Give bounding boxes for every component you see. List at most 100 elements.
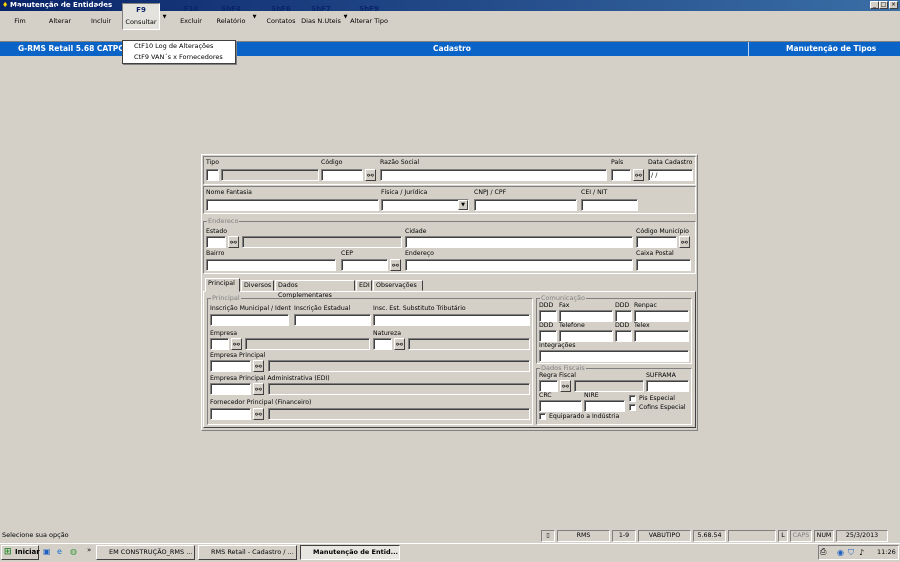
municipio-search-binoculars-icon[interactable]: ⚯ (679, 236, 690, 248)
taskbar-item-rms-cadastro[interactable]: RMS Retail - Cadastro / ... (198, 545, 297, 560)
insc-substituto-input[interactable] (373, 314, 530, 326)
tab-observacoes[interactable]: Observações (373, 280, 423, 291)
cofins-especial-checkbox[interactable] (629, 404, 636, 411)
menu-item-vans-fornecedores[interactable]: CtF9 VAN´s x Fornecedores (123, 52, 235, 63)
status-document-icon: ▯ (541, 530, 555, 542)
endereco-input[interactable] (405, 259, 633, 271)
codigo-search-binoculars-icon[interactable]: ⚯ (365, 169, 376, 181)
tab-principal[interactable]: Principal (205, 278, 240, 292)
tray-shield-icon[interactable]: ⛉ (848, 546, 854, 559)
razao-social-label: Razão Social (380, 159, 420, 166)
status-l: L (778, 530, 788, 542)
menu-item-log-alteracoes[interactable]: CtF10 Log de Alterações (123, 41, 235, 52)
codigo-input[interactable] (321, 169, 363, 181)
inscricao-municipal-input[interactable] (210, 314, 289, 326)
toolbar-alterar-button[interactable]: F2 Alterar (42, 3, 78, 30)
tab-edi[interactable]: EDI (356, 280, 372, 291)
razao-social-input[interactable] (380, 169, 607, 181)
ddd-telefone-input[interactable] (539, 330, 557, 342)
dias-uteis-dropdown-arrow-icon[interactable]: ▼ (342, 14, 349, 20)
ddd-fax-input[interactable] (539, 310, 557, 322)
empresa-search-binoculars-icon[interactable]: ⚯ (231, 338, 242, 350)
tab-dados-complementares[interactable]: Dados Complementares (275, 280, 355, 299)
cep-search-binoculars-icon[interactable]: ⚯ (390, 259, 401, 271)
ddd-renpac-input[interactable] (615, 310, 632, 322)
quicklaunch-ie-icon[interactable]: e (57, 547, 62, 556)
relatorio-dropdown-arrow-icon[interactable]: ▼ (251, 14, 258, 20)
cidade-input[interactable] (405, 236, 633, 248)
nire-input[interactable] (584, 400, 625, 412)
codigo-label: Código (321, 159, 343, 166)
pais-input[interactable] (611, 169, 631, 181)
caixa-postal-input[interactable] (636, 259, 691, 271)
natureza-description-field (408, 338, 530, 350)
toolbar-consultar-button[interactable]: F9 Consultar (122, 3, 160, 30)
regra-fiscal-search-binoculars-icon[interactable]: ⚯ (560, 380, 571, 392)
estado-description-field (242, 236, 402, 248)
quicklaunch-app-icon[interactable]: ◍ (70, 547, 77, 556)
telefone-input[interactable] (559, 330, 613, 342)
empresa-principal-input[interactable] (210, 360, 251, 372)
fax-input[interactable] (559, 310, 613, 322)
cei-nit-input[interactable] (581, 199, 638, 211)
toolbar-relatorio-button[interactable]: ShF4 Relatório (212, 3, 250, 30)
tray-network-icon[interactable]: ◉ (837, 546, 844, 559)
fisica-juridica-chevron-down-icon[interactable]: ▼ (458, 200, 468, 210)
crc-input[interactable] (539, 400, 582, 412)
nome-fantasia-label: Nome Fantasia (206, 189, 252, 196)
consultar-dropdown-arrow-icon[interactable]: ▼ (161, 14, 168, 20)
close-button[interactable]: × (889, 1, 898, 9)
toolbar-alterar-tipo-button[interactable]: ShF9 Alterar Tipo (350, 3, 388, 30)
bairro-input[interactable] (206, 259, 336, 271)
data-cadastro-input[interactable]: / / (648, 169, 693, 181)
cep-input[interactable] (341, 259, 388, 271)
inscricao-estadual-input[interactable] (294, 314, 371, 326)
toolbar-contatos-button[interactable]: ShF6 Contatos (262, 3, 300, 30)
ddd-telex-label: DDD (615, 322, 630, 329)
telex-input[interactable] (634, 330, 689, 342)
integracoes-input[interactable] (539, 350, 689, 362)
nome-fantasia-input[interactable] (206, 199, 379, 211)
maximize-button[interactable]: □ (879, 1, 888, 9)
status-caps: CAPS (790, 530, 812, 542)
tray-clock[interactable]: 11:26 (877, 546, 896, 559)
status-range: 1-9 (612, 530, 636, 542)
regra-fiscal-description-field (574, 380, 644, 392)
start-button[interactable]: ⊞ Iniciar (1, 545, 40, 560)
natureza-search-binoculars-icon[interactable]: ⚯ (394, 338, 405, 350)
tipo-input[interactable] (206, 169, 219, 181)
estado-input[interactable] (206, 236, 226, 248)
regra-fiscal-label: Regra Fiscal (539, 372, 577, 379)
toolbar-incluir-button[interactable]: F6 Incluir (83, 3, 119, 30)
equiparado-industria-checkbox[interactable] (539, 413, 546, 420)
ddd-telex-input[interactable] (615, 330, 632, 342)
natureza-input[interactable] (373, 338, 392, 350)
empresa-principal-search-binoculars-icon[interactable]: ⚯ (253, 360, 264, 372)
pais-search-binoculars-icon[interactable]: ⚯ (633, 169, 644, 181)
fornecedor-search-binoculars-icon[interactable]: ⚯ (253, 408, 264, 420)
cnpj-cpf-input[interactable] (474, 199, 577, 211)
pais-label: País (611, 159, 624, 166)
fisica-juridica-select[interactable] (381, 199, 469, 211)
taskbar-item-manutencao-entidades[interactable]: Manutenção de Entid... (300, 545, 400, 560)
quicklaunch-desktop-icon[interactable]: ▣ (43, 547, 51, 556)
toolbar-fim-button[interactable]: F3 Fim (2, 3, 38, 30)
renpac-input[interactable] (634, 310, 689, 322)
minimize-button[interactable]: _ (870, 1, 879, 9)
toolbar-dias-uteis-button[interactable]: ShF7 Dias N.Uteis (300, 3, 342, 30)
pis-especial-checkbox[interactable] (629, 395, 636, 402)
tray-volume-icon[interactable]: ♪ (859, 546, 864, 559)
estado-search-binoculars-icon[interactable]: ⚯ (228, 236, 239, 248)
empresa-adm-input[interactable] (210, 383, 251, 395)
fornecedor-principal-input[interactable] (210, 408, 251, 420)
cei-nit-label: CEI / NIT (581, 189, 608, 196)
empresa-adm-search-binoculars-icon[interactable]: ⚯ (253, 383, 264, 395)
regra-fiscal-input[interactable] (539, 380, 558, 392)
codigo-municipio-input[interactable] (636, 236, 677, 248)
quicklaunch-more-icon[interactable]: » (87, 546, 91, 554)
empresa-input[interactable] (210, 338, 229, 350)
toolbar-excluir-button[interactable]: F10 Excluir (172, 3, 210, 30)
suframa-input[interactable] (646, 380, 689, 392)
tab-diversos[interactable]: Diversos (241, 280, 274, 291)
taskbar-item-em-construcao[interactable]: EM CONSTRUÇÃO_RMS ... (96, 545, 195, 560)
